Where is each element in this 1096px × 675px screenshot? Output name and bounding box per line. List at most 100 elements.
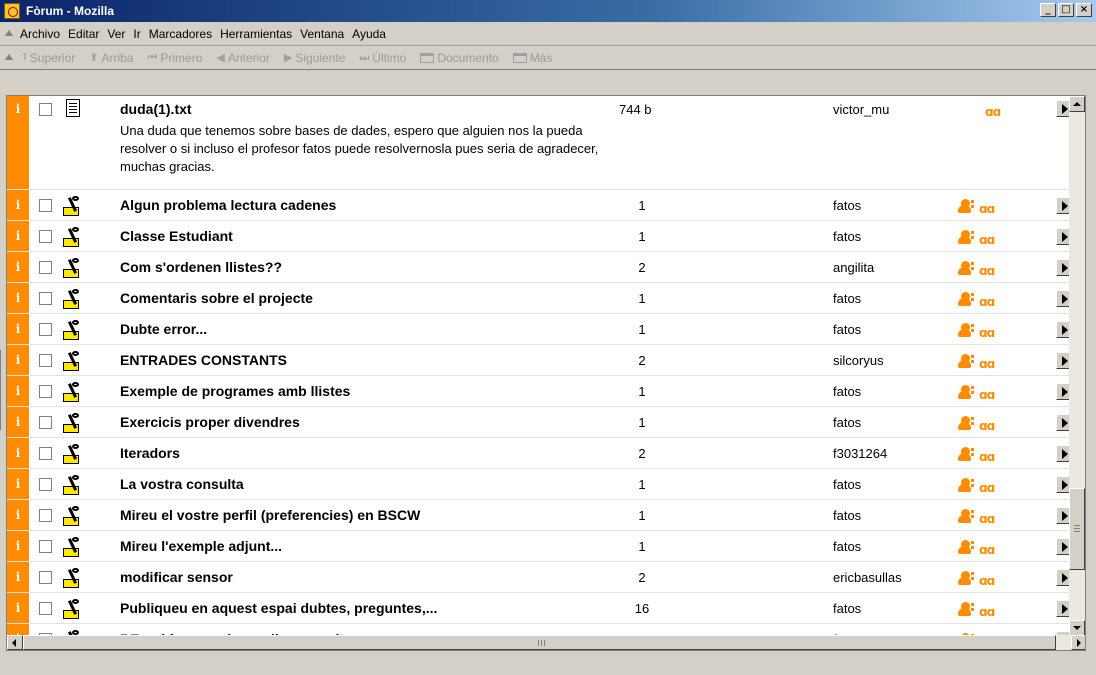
menu-marcadores[interactable]: Marcadores [145,27,216,41]
close-button[interactable]: × [1076,3,1092,17]
anterior-button[interactable]: ◀ Anterior [209,51,277,65]
maximize-button[interactable]: □ [1058,3,1074,17]
discussion-topic-icon[interactable] [63,413,83,433]
vertical-scroll-thumb[interactable] [1069,488,1085,570]
list-item[interactable]: i Com s'ordenen llistes?? 2 angilita ɑɑ [7,252,1073,283]
list-item[interactable]: i La vostra consulta 1 fatos ɑɑ [7,469,1073,500]
discussion-topic-icon[interactable] [63,444,83,464]
info-icon[interactable]: i [7,283,29,313]
item-name[interactable]: Exercicis proper divendres [120,414,300,430]
new-reply-icon[interactable] [957,602,974,616]
item-author[interactable]: victor_mu [833,102,889,117]
list-item[interactable]: i Comentaris sobre el projecte 1 fatos ɑ… [7,283,1073,314]
item-author[interactable]: silcoryus [833,353,884,368]
info-icon[interactable]: i [7,345,29,375]
list-item[interactable]: i Iteradors 2 f3031264 ɑɑ [7,438,1073,469]
item-author[interactable]: fatos [833,477,861,492]
item-name[interactable]: La vostra consulta [120,476,244,492]
new-reply-icon[interactable] [957,478,974,492]
item-author[interactable]: fatos [833,415,861,430]
read-status-icon[interactable]: ɑɑ [985,105,1001,119]
select-checkbox[interactable] [39,385,52,398]
discussion-topic-icon[interactable] [63,475,83,495]
vertical-scrollbar[interactable] [1069,96,1085,636]
read-status-icon[interactable]: ɑɑ [979,605,995,619]
item-author[interactable]: fatos [833,322,861,337]
discussion-topic-icon[interactable] [63,320,83,340]
select-checkbox[interactable] [39,230,52,243]
arriba-button[interactable]: ⬆ Arriba [82,51,140,65]
item-author[interactable]: fatos [833,291,861,306]
menu-ver[interactable]: Ver [103,27,129,41]
mozilla-app-icon[interactable] [4,3,20,19]
info-icon[interactable]: i [7,376,29,406]
new-reply-icon[interactable] [957,416,974,430]
info-icon[interactable]: i [7,531,29,561]
read-status-icon[interactable]: ɑɑ [979,233,995,247]
select-checkbox[interactable] [39,571,52,584]
item-author[interactable]: fatos [833,601,861,616]
new-reply-icon[interactable] [957,292,974,306]
item-name[interactable]: Exemple de programes amb llistes [120,383,350,399]
ultimo-button[interactable]: ⏭ Último [352,51,413,65]
toolbar-collapse-grip[interactable] [0,46,16,69]
menubar-collapse-grip[interactable] [0,22,16,45]
discussion-topic-icon[interactable] [63,227,83,247]
read-status-icon[interactable]: ɑɑ [979,450,995,464]
discussion-topic-icon[interactable] [63,506,83,526]
info-icon[interactable]: i [7,252,29,282]
item-name[interactable]: ENTRADES CONSTANTS [120,352,287,368]
new-reply-icon[interactable] [957,323,974,337]
siguiente-button[interactable]: ▶ Siguiente [277,51,353,65]
item-name[interactable]: duda(1).txt [120,101,192,117]
item-name[interactable]: Algun problema lectura cadenes [120,197,336,213]
info-icon[interactable]: i [7,562,29,592]
select-checkbox[interactable] [39,354,52,367]
item-name[interactable]: Mireu el vostre perfil (preferencies) en… [120,507,420,523]
new-reply-icon[interactable] [957,540,974,554]
item-name[interactable]: Publiqueu en aquest espai dubtes, pregun… [120,600,437,616]
menu-archivo[interactable]: Archivo [16,27,64,41]
discussion-topic-icon[interactable] [63,382,83,402]
info-icon[interactable]: i [7,314,29,344]
read-status-icon[interactable]: ɑɑ [979,202,995,216]
select-checkbox[interactable] [39,199,52,212]
item-name[interactable]: modificar sensor [120,569,233,585]
superior-button[interactable]: ⭱ Superior [16,48,82,67]
scroll-up-button[interactable] [1069,96,1085,112]
item-name[interactable]: Dubte error... [120,321,207,337]
new-reply-icon[interactable] [957,354,974,368]
select-checkbox[interactable] [39,540,52,553]
read-status-icon[interactable]: ɑɑ [979,326,995,340]
info-icon[interactable]: i [7,190,29,220]
mas-button[interactable]: Más [506,51,560,65]
item-author[interactable]: fatos [833,198,861,213]
horizontal-scroll-thumb[interactable] [23,635,1056,650]
list-item[interactable]: i Algun problema lectura cadenes 1 fatos… [7,190,1073,221]
info-icon[interactable]: i [7,96,29,189]
item-author[interactable]: fatos [833,539,861,554]
menu-ir[interactable]: Ir [129,27,144,41]
select-checkbox[interactable] [39,103,52,116]
select-checkbox[interactable] [39,292,52,305]
read-status-icon[interactable]: ɑɑ [979,419,995,433]
info-icon[interactable]: i [7,407,29,437]
info-icon[interactable]: i [7,500,29,530]
select-checkbox[interactable] [39,416,52,429]
item-name[interactable]: Iteradors [120,445,180,461]
discussion-topic-icon[interactable] [63,537,83,557]
new-reply-icon[interactable] [957,509,974,523]
item-author[interactable]: ericbasullas [833,570,902,585]
info-icon[interactable]: i [7,469,29,499]
new-reply-icon[interactable] [957,447,974,461]
new-reply-icon[interactable] [957,230,974,244]
horizontal-scrollbar[interactable] [7,635,1085,650]
item-author[interactable]: angilita [833,260,874,275]
discussion-topic-icon[interactable] [63,258,83,278]
list-item[interactable]: i Exemple de programes amb llistes 1 fat… [7,376,1073,407]
discussion-topic-icon[interactable] [63,351,83,371]
menu-ayuda[interactable]: Ayuda [348,27,390,41]
select-checkbox[interactable] [39,261,52,274]
read-status-icon[interactable]: ɑɑ [979,357,995,371]
item-name[interactable]: Comentaris sobre el projecte [120,290,313,306]
